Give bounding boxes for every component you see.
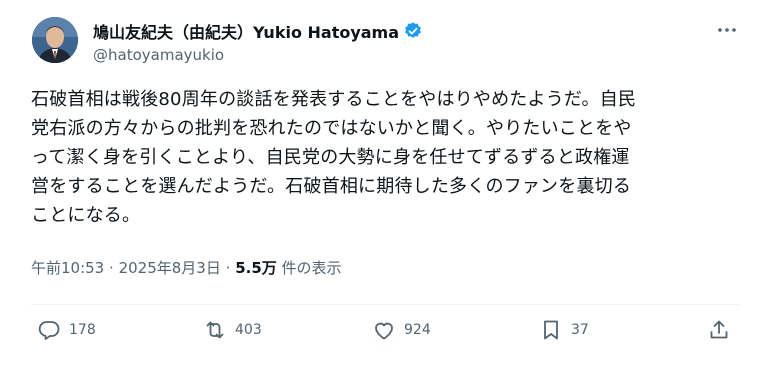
repost-count: 403: [235, 322, 262, 338]
views-count[interactable]: 5.5万: [235, 259, 277, 277]
repost-button[interactable]: 403: [203, 318, 262, 342]
share-button[interactable]: [707, 318, 739, 342]
reply-button[interactable]: 178: [37, 318, 96, 342]
avatar-image: [32, 17, 78, 63]
action-bar: 178 403 924 37: [0, 318, 770, 348]
author-name-row[interactable]: 鳩山友紀夫（由紀夫）Yukio Hatoyama: [93, 19, 423, 43]
tweet-text: 石破首相は戦後80周年の談話を発表することをやはりやめたようだ。自民 党右派の方…: [31, 85, 746, 230]
bookmark-button[interactable]: 37: [539, 318, 589, 342]
tweet-time[interactable]: 午前10:53: [31, 259, 104, 277]
more-icon[interactable]: [716, 22, 738, 38]
like-count: 924: [404, 322, 431, 338]
like-button[interactable]: 924: [372, 318, 431, 342]
share-icon: [710, 320, 728, 339]
reply-count: 178: [69, 322, 96, 338]
reply-icon: [38, 321, 60, 340]
verified-badge-icon: [405, 22, 421, 38]
author-display-name[interactable]: 鳩山友紀夫（由紀夫）Yukio Hatoyama: [93, 19, 399, 43]
tweet-text-line: 営をすることを選んだようだ。石破首相に期待した多くのファンを裏切る: [31, 176, 632, 197]
tweet-meta: 午前10:53 · 2025年8月3日 · 5.5万 件の表示: [31, 257, 342, 278]
divider: [31, 304, 740, 305]
author-handle[interactable]: @hatoyamayukio: [93, 46, 224, 64]
meta-separator: ·: [109, 259, 114, 277]
tweet-text-line: って潔く身を引くことより、自民党の大勢に身を任せてずるずると政権運: [31, 147, 630, 168]
bookmark-icon: [544, 320, 558, 340]
repost-icon: [206, 321, 224, 339]
avatar[interactable]: [32, 17, 78, 63]
tweet-text-line: ことになる。: [31, 205, 141, 226]
meta-separator: ·: [225, 259, 231, 277]
views-label: 件の表示: [281, 259, 342, 277]
tweet: 鳩山友紀夫（由紀夫）Yukio Hatoyama @hatoyamayukio …: [0, 0, 770, 371]
tweet-text-line: 石破首相は戦後80周年の談話を発表することをやはりやめたようだ。自民: [31, 89, 637, 110]
bookmark-count: 37: [571, 322, 589, 338]
tweet-text-line: 党右派の方々からの批判を恐れたのではないかと聞く。やりたいことをや: [31, 118, 632, 139]
tweet-date[interactable]: 2025年8月3日: [119, 259, 221, 277]
like-icon: [375, 322, 393, 340]
